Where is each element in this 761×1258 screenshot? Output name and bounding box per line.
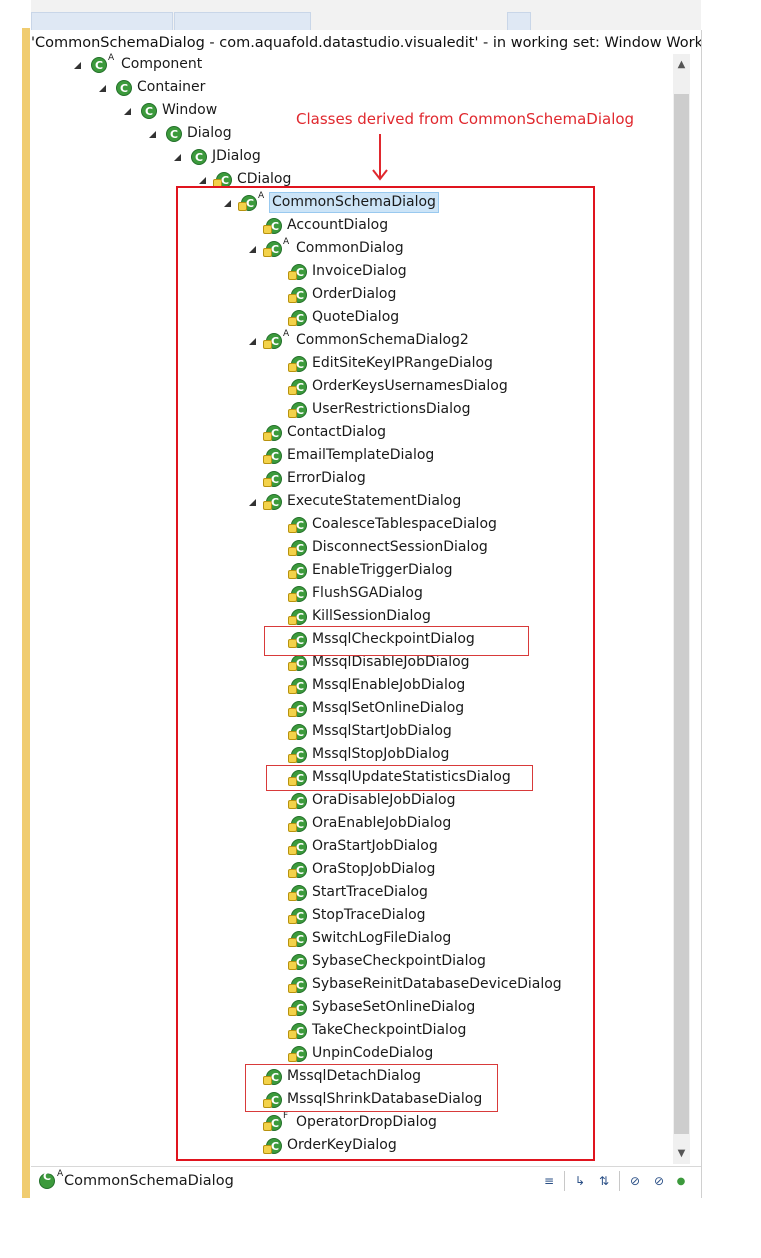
package-class-icon xyxy=(288,1020,307,1043)
annotation-label: Classes derived from CommonSchemaDialog xyxy=(296,110,635,128)
class-icon xyxy=(191,146,207,169)
package-class-icon xyxy=(288,284,307,307)
class-icon xyxy=(116,77,132,100)
package-class-icon xyxy=(288,560,307,583)
derived-classes-highlight xyxy=(176,186,595,1161)
tree-row-label: JDialog xyxy=(212,148,261,164)
expand-toggle-icon[interactable] xyxy=(171,145,185,168)
class-icon xyxy=(166,123,182,146)
package-class-icon xyxy=(288,997,307,1020)
package-class-icon xyxy=(288,606,307,629)
package-class-icon xyxy=(288,261,307,284)
expand-toggle-icon[interactable] xyxy=(96,76,110,99)
tree-row[interactable]: Dialog xyxy=(146,122,232,146)
scroll-down-arrow-icon[interactable]: ▼ xyxy=(673,1145,690,1162)
tree-row-label: Window xyxy=(162,102,218,118)
hide-nonpublic-icon[interactable]: ● xyxy=(673,1173,689,1189)
package-class-icon xyxy=(288,790,307,813)
view-menu-tab[interactable] xyxy=(507,12,531,32)
package-class-icon xyxy=(288,744,307,767)
scroll-thumb[interactable] xyxy=(674,94,689,1134)
editor-tab[interactable] xyxy=(174,12,311,32)
package-class-icon xyxy=(288,974,307,997)
hide-fields-icon[interactable]: ⊘ xyxy=(627,1173,643,1189)
package-class-icon xyxy=(288,698,307,721)
tree-row[interactable]: Container xyxy=(96,76,206,100)
toolbar-separator xyxy=(619,1171,620,1191)
package-class-icon xyxy=(288,767,307,790)
editor-tab-strip xyxy=(31,0,701,32)
package-class-icon xyxy=(263,1089,282,1112)
editor-tab[interactable] xyxy=(31,12,173,32)
scroll-up-arrow-icon[interactable]: ▲ xyxy=(673,56,690,73)
expand-toggle-icon[interactable] xyxy=(71,53,85,76)
hide-static-icon[interactable]: ⊘ xyxy=(651,1173,667,1189)
status-text: CommonSchemaDialog xyxy=(64,1173,234,1189)
vertical-scrollbar[interactable]: ▲ ▼ xyxy=(673,54,690,1164)
package-class-icon xyxy=(288,399,307,422)
package-class-icon xyxy=(288,629,307,652)
annotation-arrow-icon xyxy=(372,134,388,181)
class-icon xyxy=(91,54,107,77)
package-class-icon xyxy=(263,422,282,445)
package-class-icon xyxy=(263,238,282,261)
package-class-icon xyxy=(288,353,307,376)
package-class-icon xyxy=(288,1043,307,1066)
package-class-icon xyxy=(263,445,282,468)
package-class-icon xyxy=(263,1066,282,1089)
package-class-icon xyxy=(288,836,307,859)
tree-row[interactable]: A Component xyxy=(71,53,203,77)
tree-row-label: Dialog xyxy=(187,125,232,141)
package-class-icon xyxy=(263,468,282,491)
tree-row-label: Container xyxy=(137,79,206,95)
class-icon xyxy=(39,1170,55,1189)
status-bar: A CommonSchemaDialog ≡ ↳ ⇅ ⊘ ⊘ ● xyxy=(31,1166,701,1195)
editor-ruler xyxy=(22,28,30,1198)
package-class-icon xyxy=(288,721,307,744)
package-class-icon xyxy=(288,905,307,928)
tree-row[interactable]: JDialog xyxy=(171,145,261,169)
package-class-icon xyxy=(288,675,307,698)
modifier-badge: A xyxy=(108,53,115,63)
show-qualified-names-icon[interactable]: ≡ xyxy=(541,1173,557,1189)
package-class-icon xyxy=(263,215,282,238)
tree-row[interactable]: Window xyxy=(121,99,218,123)
package-class-icon xyxy=(213,169,232,192)
sort-hierarchy-icon[interactable]: ⇅ xyxy=(596,1173,612,1189)
package-class-icon xyxy=(288,951,307,974)
package-class-icon xyxy=(288,537,307,560)
package-class-icon xyxy=(288,928,307,951)
expand-toggle-icon[interactable] xyxy=(146,122,160,145)
package-class-icon xyxy=(288,882,307,905)
package-class-icon xyxy=(288,859,307,882)
highlight-mssql-detach-shrink xyxy=(245,1064,498,1112)
view-title: 'CommonSchemaDialog - com.aquafold.datas… xyxy=(31,35,701,51)
tree-row-label: Component xyxy=(121,56,203,72)
package-class-icon xyxy=(263,491,282,514)
package-class-icon xyxy=(263,330,282,353)
package-class-icon xyxy=(238,192,257,215)
package-class-icon xyxy=(263,1135,282,1158)
package-class-icon xyxy=(288,583,307,606)
package-class-icon xyxy=(288,514,307,537)
package-class-icon xyxy=(263,1112,282,1135)
package-class-icon xyxy=(288,652,307,675)
package-class-icon xyxy=(288,813,307,836)
expand-toggle-icon[interactable] xyxy=(121,99,135,122)
package-class-icon xyxy=(288,376,307,399)
class-icon xyxy=(141,100,157,123)
lock-view-icon[interactable]: ↳ xyxy=(572,1173,588,1189)
package-class-icon xyxy=(288,307,307,330)
toolbar-separator xyxy=(564,1171,565,1191)
